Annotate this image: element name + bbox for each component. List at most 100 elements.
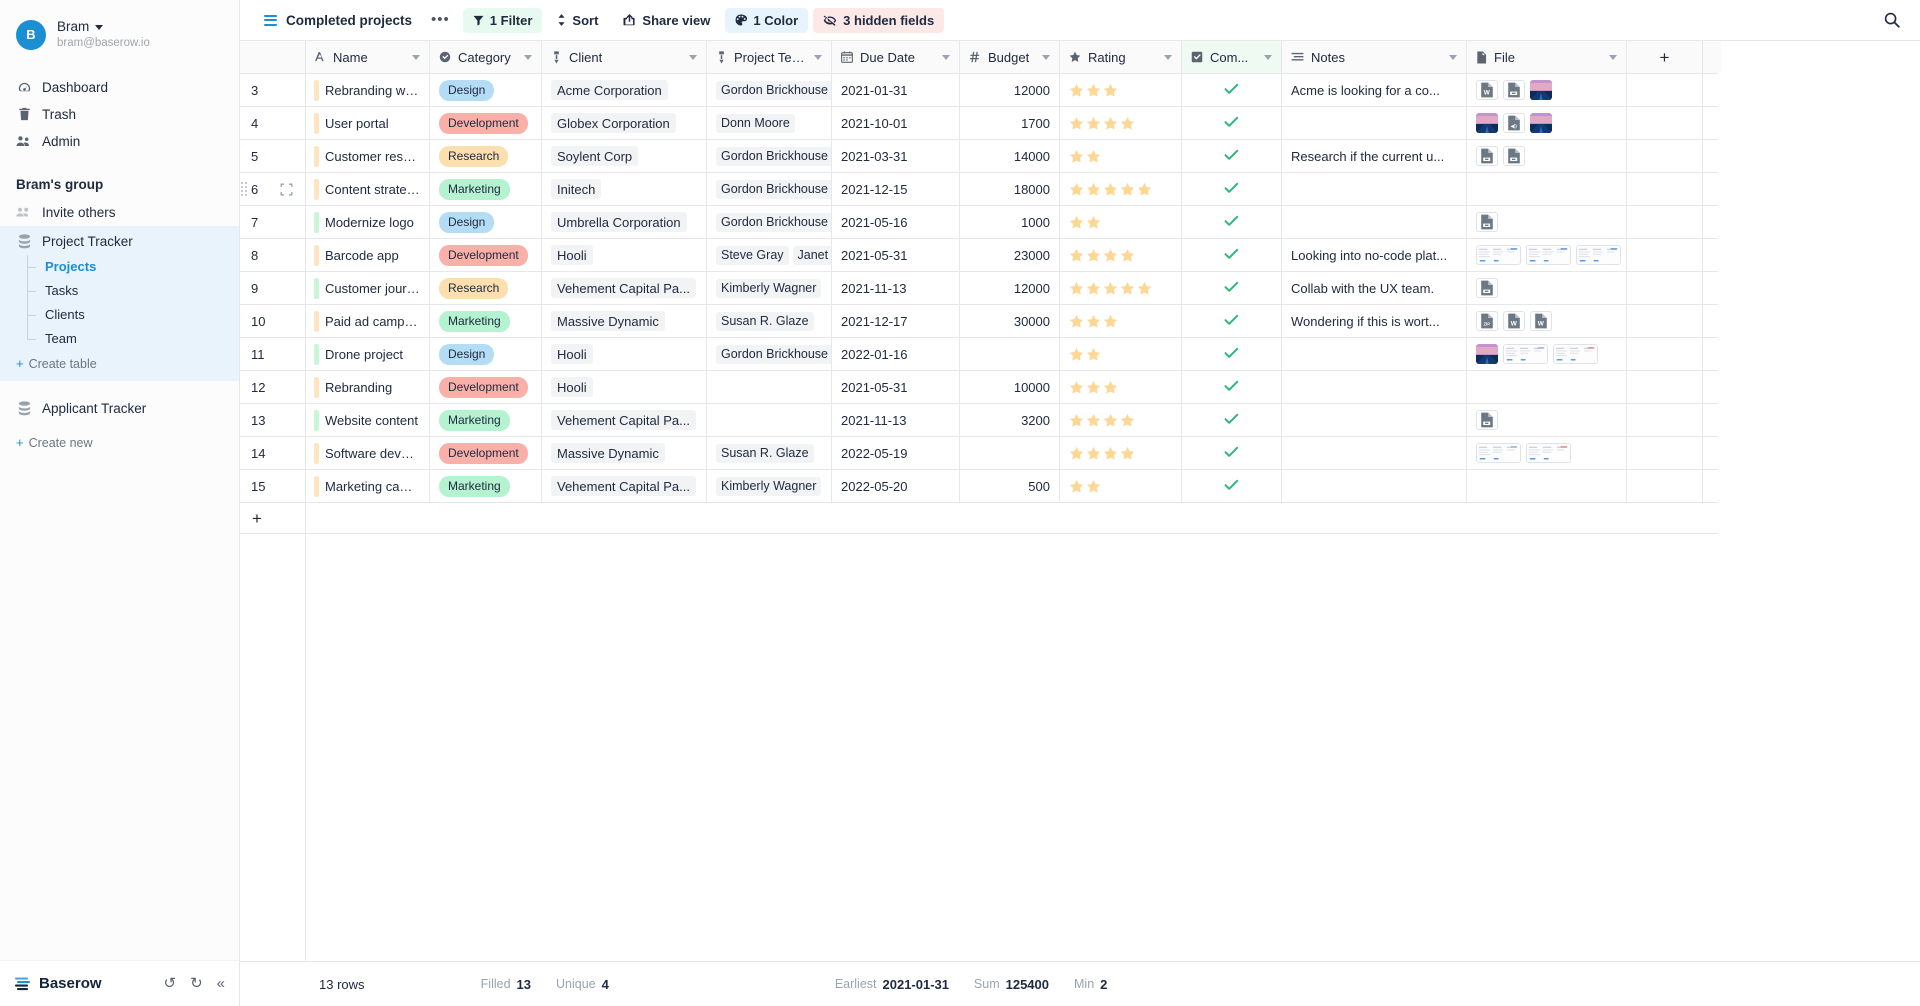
table-row[interactable]: 15Marketing campaignMarketingVehement Ca… bbox=[240, 470, 1718, 503]
table-row[interactable]: 9Customer journeyResearchVehement Capita… bbox=[240, 272, 1718, 305]
cell-completed[interactable] bbox=[1182, 107, 1282, 139]
file-thumbnail-document[interactable]: W bbox=[1503, 311, 1525, 331]
file-thumbnail-document[interactable] bbox=[1503, 146, 1525, 166]
table-row[interactable]: 4User portalDevelopmentGlobex Corporatio… bbox=[240, 107, 1718, 140]
cell-notes[interactable] bbox=[1282, 173, 1467, 205]
cell-completed[interactable] bbox=[1182, 140, 1282, 172]
cell-budget[interactable]: 14000 bbox=[960, 140, 1060, 172]
view-selector[interactable]: Completed projects bbox=[258, 9, 418, 32]
cell-file[interactable] bbox=[1467, 338, 1627, 370]
row-identifier[interactable]: 12 bbox=[240, 371, 305, 403]
file-thumbnail-document[interactable] bbox=[1476, 146, 1498, 166]
table-row[interactable]: 12RebrandingDevelopmentHooli2021-05-3110… bbox=[240, 371, 1718, 404]
cell-due-date[interactable]: 2021-10-01 bbox=[832, 107, 960, 139]
cell-budget[interactable]: 1000 bbox=[960, 206, 1060, 238]
cell-category[interactable]: Design bbox=[430, 338, 542, 370]
cell-budget[interactable] bbox=[960, 437, 1060, 469]
cell-project-team[interactable]: Gordon Brickhouse bbox=[707, 173, 832, 205]
cell-notes[interactable]: Wondering if this is wort... bbox=[1282, 305, 1467, 337]
footer-stat-filled[interactable]: Filled 13 bbox=[430, 962, 542, 1006]
cell-project-team[interactable] bbox=[707, 404, 832, 436]
cell-file[interactable] bbox=[1467, 371, 1627, 403]
file-thumbnail-image[interactable] bbox=[1476, 113, 1498, 133]
chevron-down-icon[interactable] bbox=[814, 55, 822, 60]
cell-project-team[interactable]: Gordon Brickhouse bbox=[707, 206, 832, 238]
cell-project-team[interactable]: Kimberly Wagner bbox=[707, 272, 832, 304]
cell-due-date[interactable]: 2021-05-31 bbox=[832, 371, 960, 403]
cell-category[interactable]: Development bbox=[430, 239, 542, 271]
share-view-button[interactable]: Share view bbox=[613, 8, 720, 33]
file-thumbnail-image[interactable] bbox=[1530, 113, 1552, 133]
cell-notes[interactable]: Looking into no-code plat... bbox=[1282, 239, 1467, 271]
cell-category[interactable]: Development bbox=[430, 371, 542, 403]
cell-due-date[interactable]: 2021-05-16 bbox=[832, 206, 960, 238]
cell-completed[interactable] bbox=[1182, 404, 1282, 436]
cell-project-team[interactable]: Kimberly Wagner bbox=[707, 470, 832, 502]
add-row-button[interactable]: + bbox=[240, 503, 1718, 534]
cell-due-date[interactable]: 2022-05-20 bbox=[832, 470, 960, 502]
cell-notes[interactable]: Research if the current u... bbox=[1282, 140, 1467, 172]
file-thumbnail-screenshot[interactable] bbox=[1526, 245, 1571, 265]
chevron-down-icon[interactable] bbox=[1164, 55, 1172, 60]
column-header-client[interactable]: Client bbox=[542, 41, 707, 73]
drag-handle-icon[interactable] bbox=[241, 182, 247, 196]
cell-budget[interactable]: 23000 bbox=[960, 239, 1060, 271]
cell-notes[interactable] bbox=[1282, 338, 1467, 370]
cell-notes[interactable] bbox=[1282, 404, 1467, 436]
database-header[interactable]: Project Tracker bbox=[0, 228, 239, 255]
file-thumbnail-screenshot[interactable] bbox=[1476, 443, 1521, 463]
cell-notes[interactable] bbox=[1282, 437, 1467, 469]
sidebar-item-clients[interactable]: Clients bbox=[27, 303, 239, 327]
cell-notes[interactable]: Collab with the UX team. bbox=[1282, 272, 1467, 304]
cell-rating[interactable] bbox=[1060, 272, 1182, 304]
sidebar-item-invite-others[interactable]: Invite others bbox=[0, 199, 239, 226]
cell-file[interactable] bbox=[1467, 470, 1627, 502]
sidebar-item-dashboard[interactable]: Dashboard bbox=[0, 74, 239, 101]
footer-stat-min[interactable]: Min 2 bbox=[1060, 962, 1182, 1006]
cell-name[interactable]: Customer research bbox=[305, 140, 430, 172]
cell-project-team[interactable]: Susan R. Glaze bbox=[707, 437, 832, 469]
cell-project-team[interactable]: Steve GrayJanet Co bbox=[707, 239, 832, 271]
cell-completed[interactable] bbox=[1182, 305, 1282, 337]
cell-name[interactable]: Barcode app bbox=[305, 239, 430, 271]
cell-name[interactable]: Website content bbox=[305, 404, 430, 436]
cell-file[interactable] bbox=[1467, 272, 1627, 304]
cell-name[interactable]: Paid ad campaign bbox=[305, 305, 430, 337]
row-identifier[interactable]: 3 bbox=[240, 74, 305, 106]
sidebar-item-projects[interactable]: Projects bbox=[27, 255, 239, 279]
column-header-comp[interactable]: Com... bbox=[1182, 41, 1282, 73]
cell-project-team[interactable]: Gordon Brickhouse bbox=[707, 140, 832, 172]
cell-file[interactable] bbox=[1467, 239, 1627, 271]
cell-client[interactable]: Hooli bbox=[542, 338, 707, 370]
cell-client[interactable]: Hooli bbox=[542, 239, 707, 271]
cell-due-date[interactable]: 2022-05-19 bbox=[832, 437, 960, 469]
chevron-down-icon[interactable] bbox=[1264, 55, 1272, 60]
column-header-rating[interactable]: Rating bbox=[1060, 41, 1182, 73]
view-context-menu-button[interactable]: ••• bbox=[423, 14, 458, 26]
cell-completed[interactable] bbox=[1182, 272, 1282, 304]
cell-notes[interactable]: Acme is looking for a co... bbox=[1282, 74, 1467, 106]
cell-completed[interactable] bbox=[1182, 470, 1282, 502]
cell-rating[interactable] bbox=[1060, 140, 1182, 172]
cell-rating[interactable] bbox=[1060, 107, 1182, 139]
cell-notes[interactable] bbox=[1282, 371, 1467, 403]
sidebar-item-team[interactable]: Team bbox=[27, 327, 239, 351]
cell-completed[interactable] bbox=[1182, 206, 1282, 238]
column-header-team[interactable]: Project Team bbox=[707, 41, 832, 73]
table-row[interactable]: 3Rebranding websiteDesignAcme Corporatio… bbox=[240, 74, 1718, 107]
row-identifier[interactable]: 5 bbox=[240, 140, 305, 172]
create-new-button[interactable]: + Create new bbox=[0, 430, 239, 456]
user-name-row[interactable]: Bram bbox=[57, 18, 150, 36]
cell-client[interactable]: Initech bbox=[542, 173, 707, 205]
cell-notes[interactable] bbox=[1282, 107, 1467, 139]
cell-due-date[interactable]: 2021-05-31 bbox=[832, 239, 960, 271]
redo-icon[interactable]: ↻ bbox=[190, 976, 203, 991]
cell-budget[interactable]: 1700 bbox=[960, 107, 1060, 139]
column-header-name[interactable]: Name bbox=[305, 41, 430, 73]
row-identifier[interactable]: 8 bbox=[240, 239, 305, 271]
cell-name[interactable]: Rebranding bbox=[305, 371, 430, 403]
cell-category[interactable]: Marketing bbox=[430, 404, 542, 436]
cell-client[interactable]: Vehement Capital Pa... bbox=[542, 272, 707, 304]
row-identifier[interactable]: 10 bbox=[240, 305, 305, 337]
cell-category[interactable]: Development bbox=[430, 107, 542, 139]
